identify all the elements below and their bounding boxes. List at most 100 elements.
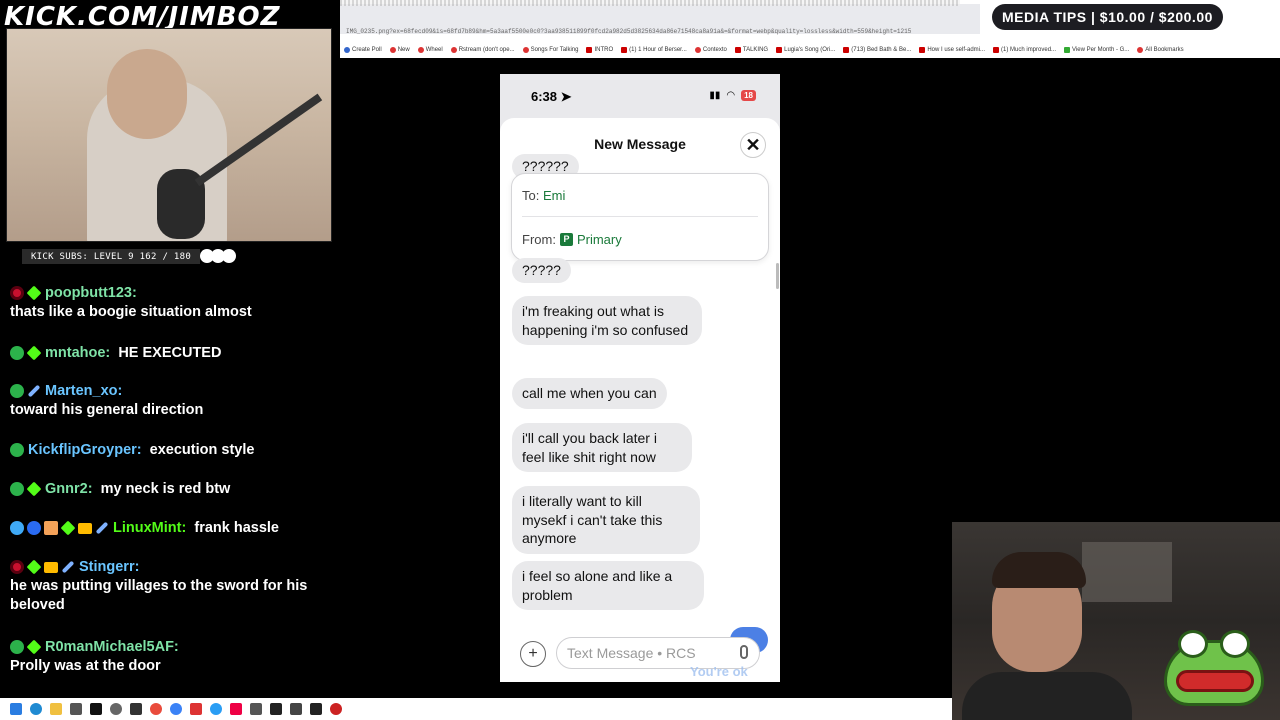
chat-username[interactable]: R0manMichael5AF: [45, 639, 179, 655]
bookmark-item[interactable]: View Per Month - G... [1064, 47, 1129, 53]
bookmark-label: All Bookmarks [1145, 47, 1184, 53]
bookmark-label: (1) 1 Hour of Berser... [629, 47, 687, 53]
chat-username[interactable]: poopbutt123: [45, 285, 137, 301]
message-bubble: ????? [512, 258, 571, 283]
bookmark-item[interactable]: Contexto [694, 47, 727, 53]
sword-badge-icon [27, 384, 41, 398]
status-bar: 6:38 ➤ ▮▮ ◠ 18 [500, 74, 780, 118]
youtube-icon [734, 47, 741, 53]
app-icon[interactable] [290, 703, 302, 715]
chat-message: Gnnr2: my neck is red btw [10, 480, 330, 499]
from-field[interactable]: From: P Primary [522, 232, 622, 247]
bookmark-item[interactable]: Wheel [417, 47, 443, 53]
folder-icon[interactable] [50, 703, 62, 715]
folder-icon [1137, 47, 1144, 53]
from-value: Primary [576, 232, 622, 247]
bookmark-label: Rstream (don't ope... [458, 47, 515, 53]
bookmark-item[interactable]: Rstream (don't ope... [450, 47, 515, 53]
verified-badge-icon [10, 521, 24, 536]
chat-username[interactable]: LinuxMint: [113, 520, 186, 536]
app-icon[interactable] [170, 703, 182, 715]
bookmark-item[interactable]: New [389, 47, 410, 53]
chat-message: LinuxMint: frank hassle [10, 519, 330, 538]
youtube-icon [776, 47, 783, 53]
app-icon[interactable] [90, 703, 102, 715]
steam-icon[interactable] [310, 703, 322, 715]
close-icon: ✕ [745, 134, 761, 155]
gem-badge-icon [26, 285, 42, 301]
app-icon[interactable] [230, 703, 242, 715]
app-icon[interactable] [270, 703, 282, 715]
microphone-icon[interactable] [740, 645, 748, 659]
sword-badge-icon [61, 560, 75, 574]
bookmark-label: (1) Much improved... [1001, 47, 1057, 53]
youtube-icon [621, 47, 628, 53]
sword-badge-icon [95, 521, 109, 535]
check-badge-icon [10, 640, 24, 655]
chat-username[interactable]: Gnnr2: [45, 481, 93, 497]
close-button[interactable]: ✕ [740, 132, 766, 158]
check-badge-icon [10, 346, 24, 361]
edge-icon[interactable] [30, 703, 42, 715]
chat-message: Marten_xo: toward his general direction [10, 382, 330, 420]
plus-icon: + [528, 645, 538, 662]
gem-badge-icon [26, 345, 42, 361]
bookmark-item[interactable]: Songs For Talking [522, 47, 579, 53]
ghost-reply-text: You're ok [690, 664, 748, 679]
message-bubble: call me when you can [512, 378, 667, 409]
gem-badge-icon [60, 520, 76, 536]
battery-icon: 18 [741, 90, 756, 101]
app-icon[interactable] [330, 703, 342, 715]
message-bubble: i'll call you back later i feel like shi… [512, 423, 692, 472]
app-icon[interactable] [130, 703, 142, 715]
chat-text: toward his general direction [10, 402, 204, 418]
youtube-icon [919, 47, 926, 53]
og-badge-icon [27, 521, 41, 536]
chat-text: execution style [149, 442, 255, 458]
moderator-badge-icon [10, 286, 24, 301]
bookmark-item[interactable]: (1) 1 Hour of Berser... [621, 47, 687, 53]
bookmark-label: New [397, 47, 410, 53]
message-bubble: i feel so alone and like a problem [512, 561, 704, 610]
from-label: From: [522, 232, 556, 247]
bookmark-item[interactable]: Lugia's Song (Ori... [776, 47, 835, 53]
to-field[interactable]: To: Emi [522, 188, 565, 203]
chat-username[interactable]: KickflipGroyper: [28, 442, 142, 458]
add-attachment-button[interactable]: + [520, 641, 546, 667]
address-card: To: Emi From: P Primary [511, 173, 769, 261]
app-icon[interactable] [250, 703, 262, 715]
new-message-sheet: New Message ✕ ?????? To: Emi From: P Prim… [500, 118, 780, 682]
streamer-webcam [6, 28, 332, 242]
kick-logo-icon [1238, 4, 1278, 30]
app-icon[interactable] [70, 703, 82, 715]
signal-icon: ▮▮ [709, 90, 721, 101]
bookmark-item[interactable]: All Bookmarks [1137, 47, 1184, 53]
bookmark-item[interactable]: TALKING [734, 47, 768, 53]
app-icon[interactable] [110, 703, 122, 715]
app-icon[interactable] [210, 703, 222, 715]
check-badge-icon [10, 482, 24, 497]
start-icon[interactable] [10, 703, 22, 715]
bookmark-item[interactable]: How I use self-admi... [919, 47, 985, 53]
bookmark-label: Songs For Talking [530, 47, 579, 53]
chat-message: Stingerr: he was putting villages to the… [10, 558, 330, 615]
media-tips-banner: MEDIA TIPS | $10.00 / $200.00 [992, 4, 1223, 30]
bookmark-item[interactable]: Create Poll [344, 47, 382, 53]
youtube-icon [843, 47, 850, 53]
app-icon[interactable] [190, 703, 202, 715]
message-bubble: i'm freaking out what is happening i'm s… [512, 296, 702, 345]
poll-icon [344, 47, 350, 53]
bookmark-item[interactable]: (713) Bed Bath & Be... [843, 47, 911, 53]
gem-badge-icon [26, 481, 42, 497]
scrollbar[interactable] [776, 263, 779, 289]
cake-badge-icon [44, 521, 58, 536]
bookmark-item[interactable]: INTRO [586, 47, 613, 53]
chat-username[interactable]: Stingerr: [79, 559, 139, 575]
chat-username[interactable]: mntahoe: [45, 345, 110, 361]
bookmark-item[interactable]: (1) Much improved... [993, 47, 1056, 53]
chat-username[interactable]: Marten_xo: [45, 383, 122, 399]
chrome-icon[interactable] [150, 703, 162, 715]
sheets-icon [1064, 47, 1071, 53]
chat-message: R0manMichael5AF: Prolly was at the door [10, 638, 330, 676]
chat-text: thats like a boogie situation almost [10, 304, 252, 320]
